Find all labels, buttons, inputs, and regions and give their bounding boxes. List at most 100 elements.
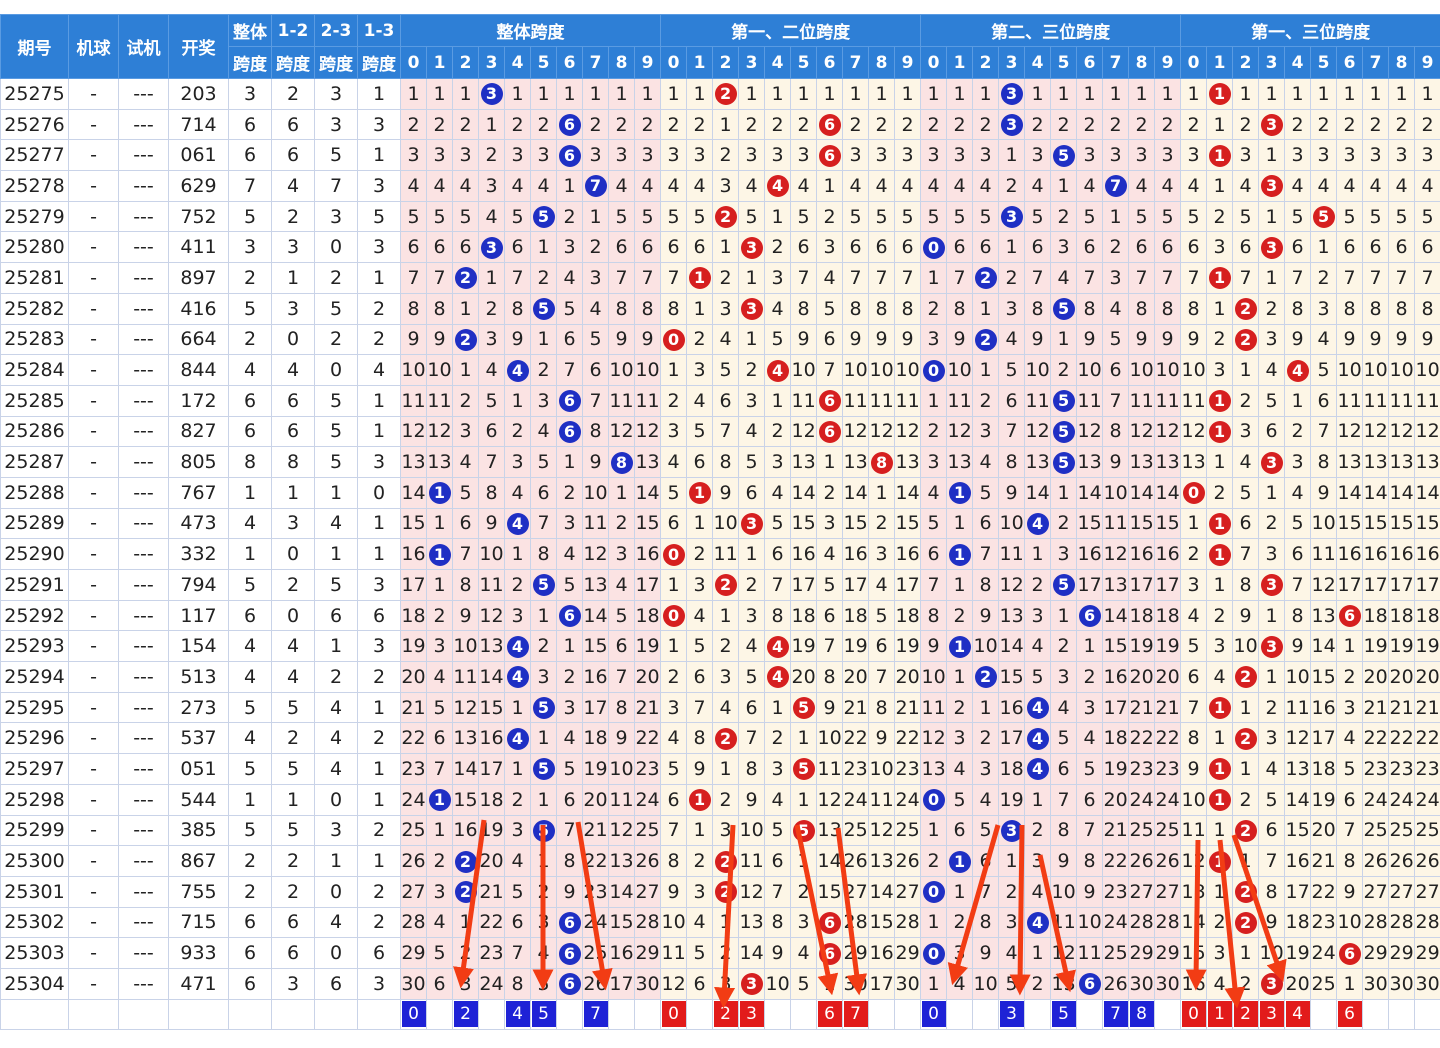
miss-count-cell: 3 (1310, 292, 1338, 325)
miss-count-cell: 26 (1128, 845, 1156, 877)
hit-cell: 2 (1232, 661, 1260, 693)
miss-count-cell: 5 (998, 354, 1026, 386)
miss-count-cell: 1 (868, 476, 896, 509)
miss-count-cell: 4 (1076, 722, 1104, 755)
miss-count-cell: 13 (868, 845, 896, 877)
miss-count-cell: 6 (920, 538, 948, 570)
digit-header-g2-2: 2 (972, 46, 1000, 79)
miss-count-cell: 17 (1154, 569, 1182, 601)
miss-count-cell: 2 (426, 108, 453, 141)
hit-cell: 5 (1050, 292, 1078, 325)
miss-count-cell: 3 (1128, 139, 1156, 172)
hit-cell: 1 (1206, 78, 1234, 110)
miss-count-cell: 21 (1154, 691, 1182, 724)
hit-ball-g3: 1 (1208, 512, 1231, 535)
miss-count-cell: 28 (1154, 906, 1182, 939)
miss-count-cell: 2 (1050, 354, 1078, 386)
miss-count-cell: 1 (426, 569, 453, 601)
hit-cell: 6 (1336, 599, 1364, 632)
miss-count-cell: 2 (530, 875, 557, 908)
hit-ball-g0: 3 (480, 236, 503, 259)
miss-count-cell: 7 (530, 507, 557, 540)
issue-cell: 25300 (0, 845, 69, 877)
overall-span-cell: 5 (228, 691, 272, 724)
hit-ball-g1: 3 (740, 236, 763, 259)
miss-count-cell: 6 (842, 231, 870, 264)
machine-cell: - (68, 753, 119, 785)
miss-count-cell: 2 (1206, 599, 1234, 632)
miss-count-cell: 5 (1180, 630, 1208, 663)
overall-span-cell: 6 (228, 108, 272, 141)
miss-count-cell: 2 (764, 415, 792, 448)
hit-cell: 4 (764, 354, 792, 386)
miss-count-cell: 1 (842, 78, 870, 110)
digit-header-g2-6: 6 (1076, 46, 1104, 79)
miss-count-cell: 9 (426, 323, 453, 356)
miss-count-cell: 11 (1388, 384, 1416, 417)
table-row: 25275- --- 203 3 2 3 1 1 1 1 3 1 1 1 1 1 1 1 1 2 1 1 1 1 1 1 1 1 1 1 3… (0, 78, 1440, 110)
footer-mark-g0: 7 (583, 1001, 608, 1028)
miss-count-cell: 19 (1310, 783, 1338, 816)
miss-count-cell: 27 (633, 875, 662, 908)
miss-count-cell: 6 (556, 783, 583, 816)
miss-count-cell: 5 (582, 323, 609, 356)
miss-count-cell: 7 (608, 262, 635, 294)
miss-count-cell: 1 (920, 967, 948, 1000)
overall-span-cell: 4 (228, 507, 272, 540)
miss-count-cell: 23 (582, 875, 609, 908)
miss-count-cell: 1 (1336, 630, 1364, 663)
miss-count-cell: 4 (633, 170, 662, 202)
miss-count-cell: 6 (400, 231, 427, 264)
miss-count-cell: 12 (478, 599, 505, 632)
miss-count-cell: 2 (1232, 783, 1260, 816)
miss-count-cell: 1 (764, 384, 792, 417)
hit-cell: 3 (478, 78, 505, 110)
miss-count-cell: 3 (816, 507, 844, 540)
miss-count-cell: 6 (972, 845, 1000, 877)
hit-cell: 5 (1050, 139, 1078, 172)
issue-cell: 25281 (0, 262, 69, 294)
miss-count-cell: 21 (1102, 814, 1130, 847)
hit-cell: 1 (946, 630, 974, 663)
table-row: 25299- --- 385 5 5 3 2 25 1 16 19 3 5 7 21 12 25 7 1 3 10 5 5 1… (0, 814, 1440, 847)
hit-ball-g1: 0 (662, 328, 685, 351)
hit-ball-g0: 5 (532, 206, 555, 229)
miss-count-cell: 1 (1414, 78, 1440, 110)
miss-count-cell: 1 (972, 354, 1000, 386)
hit-cell: 4 (1284, 354, 1312, 386)
miss-count-cell: 25 (894, 814, 922, 847)
hit-ball-g3: 2 (1234, 328, 1257, 351)
miss-count-cell: 23 (1414, 753, 1440, 785)
hit-cell: 7 (582, 170, 609, 202)
span13-cell: 1 (357, 691, 401, 724)
miss-count-cell: 5 (556, 569, 583, 601)
digit-header-g2-0: 0 (920, 46, 948, 79)
span13-cell: 3 (357, 108, 401, 141)
miss-count-cell: 2 (452, 384, 479, 417)
hit-ball-g2: 5 (1052, 298, 1075, 321)
miss-count-cell: 23 (1102, 875, 1130, 908)
miss-count-cell: 2 (920, 845, 948, 877)
hit-ball-g2: 1 (948, 635, 971, 658)
miss-count-cell: 14 (1362, 476, 1390, 509)
miss-count-cell: 6 (1258, 814, 1286, 847)
span12-cell: 2 (271, 569, 315, 601)
span12-cell: 6 (271, 139, 315, 172)
footer-mark-cell: 1 (1206, 998, 1234, 1031)
miss-count-cell: 6 (946, 814, 974, 847)
miss-count-cell: 4 (972, 783, 1000, 816)
miss-count-cell: 1 (920, 814, 948, 847)
footer-mark-cell (1024, 998, 1052, 1031)
digit-header-g0-5: 5 (530, 46, 557, 79)
hit-cell: 0 (920, 937, 948, 969)
miss-count-cell: 11 (1180, 814, 1208, 847)
digit-header-g3-1: 1 (1206, 46, 1234, 79)
miss-count-cell: 6 (1414, 231, 1440, 264)
span13-cell: 1 (357, 384, 401, 417)
footer-mark-cell: 6 (1336, 998, 1364, 1031)
miss-count-cell: 3 (633, 139, 662, 172)
hit-cell: 1 (946, 476, 974, 509)
hit-ball-g3: 3 (1260, 635, 1283, 658)
miss-count-cell: 3 (868, 139, 896, 172)
miss-count-cell: 9 (738, 783, 766, 816)
